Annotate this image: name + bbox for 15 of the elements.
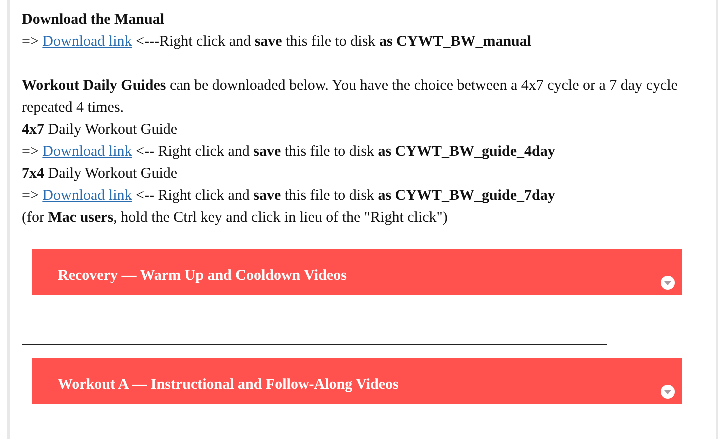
download-line: => Download link <-- Right click and save this file to disk as CYWT_BW_guide_7day	[22, 187, 556, 206]
download-link[interactable]: Download link	[42, 144, 132, 160]
download-link[interactable]: Download link	[42, 188, 132, 204]
mac-note: (for Mac users, hold the Ctrl key and click in lieu of the "Right click")	[22, 209, 449, 228]
section-heading: Download the Manual	[22, 11, 166, 30]
guide-label: 4x7 Daily Workout Guide	[22, 121, 179, 140]
download-line: => Download link <---Right click and save this file to disk as CYWT_BW_manual	[22, 33, 533, 52]
intro-paragraph: Workout Daily Guides can be downloaded below. You have the choice between a 4x7 cycle or a 7 day cycle repeated 4 times.	[22, 77, 679, 118]
download-link[interactable]: Download link	[42, 34, 132, 50]
caret-icon	[661, 276, 675, 290]
download-line: => Download link <-- Right click and save this file to disk as CYWT_BW_guide_4day	[22, 143, 556, 162]
accordion-header[interactable]: Workout A — Instructional and Follow-Along Videos	[32, 358, 682, 404]
guide-label: 7x4 Daily Workout Guide	[22, 165, 179, 184]
accordion-header[interactable]: Recovery — Warm Up and Cooldown Videos	[32, 249, 682, 295]
caret-icon	[661, 385, 675, 399]
